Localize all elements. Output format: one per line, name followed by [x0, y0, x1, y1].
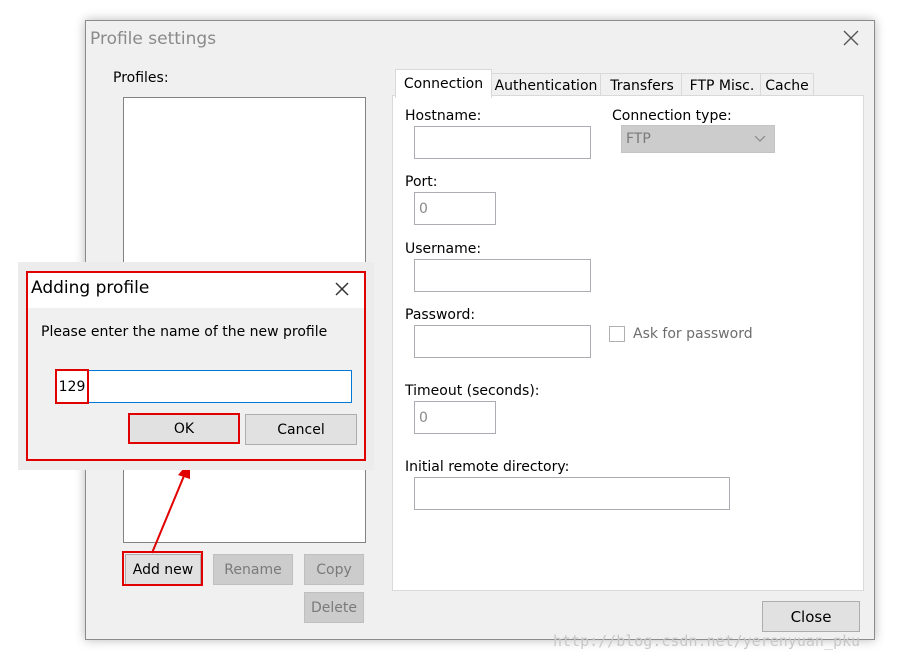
tab-ftp-misc[interactable]: FTP Misc. — [681, 73, 763, 97]
connection-type-value: FTP — [626, 131, 651, 147]
profile-name-value: 129 — [55, 369, 89, 404]
connection-type-label: Connection type: — [612, 108, 732, 124]
window-title: Profile settings — [90, 29, 217, 49]
username-input[interactable] — [414, 259, 591, 292]
timeout-label: Timeout (seconds): — [405, 383, 540, 399]
annotation-arrow — [151, 461, 190, 554]
profile-name-input[interactable] — [55, 370, 352, 403]
ask-password-checkbox[interactable] — [609, 326, 625, 342]
delete-button[interactable]: Delete — [304, 592, 364, 623]
watermark: http://blog.csdn.net/yerenyuan_pku — [553, 632, 861, 650]
port-input[interactable]: 0 — [414, 192, 496, 225]
hostname-label: Hostname: — [405, 108, 482, 124]
password-input[interactable] — [414, 325, 591, 358]
ask-password-label: Ask for password — [633, 326, 753, 342]
dialog-title: Adding profile — [31, 278, 150, 298]
timeout-input[interactable]: 0 — [414, 401, 496, 434]
remote-dir-label: Initial remote directory: — [405, 459, 570, 475]
remote-dir-input[interactable] — [414, 477, 730, 510]
tab-authentication[interactable]: Authentication — [489, 73, 603, 97]
chevron-down-icon — [754, 135, 774, 143]
connection-type-select[interactable]: FTP — [621, 125, 775, 153]
password-label: Password: — [405, 307, 476, 323]
ok-button[interactable]: OK — [128, 413, 240, 444]
hostname-input[interactable] — [414, 126, 591, 159]
username-label: Username: — [405, 241, 482, 257]
port-label: Port: — [405, 174, 438, 190]
profiles-label: Profiles: — [113, 70, 169, 86]
dialog-prompt: Please enter the name of the new profile — [41, 324, 328, 340]
tab-cache[interactable]: Cache — [760, 73, 814, 97]
tab-connection[interactable]: Connection — [395, 69, 492, 98]
cancel-button[interactable]: Cancel — [245, 414, 357, 445]
adding-profile-dialog: Adding profile Please enter the name of … — [26, 271, 366, 461]
close-icon[interactable] — [840, 27, 862, 49]
rename-button[interactable]: Rename — [213, 554, 293, 585]
close-icon[interactable] — [332, 279, 352, 299]
tab-transfers[interactable]: Transfers — [600, 73, 684, 97]
close-button[interactable]: Close — [762, 601, 860, 632]
copy-button[interactable]: Copy — [304, 554, 364, 585]
